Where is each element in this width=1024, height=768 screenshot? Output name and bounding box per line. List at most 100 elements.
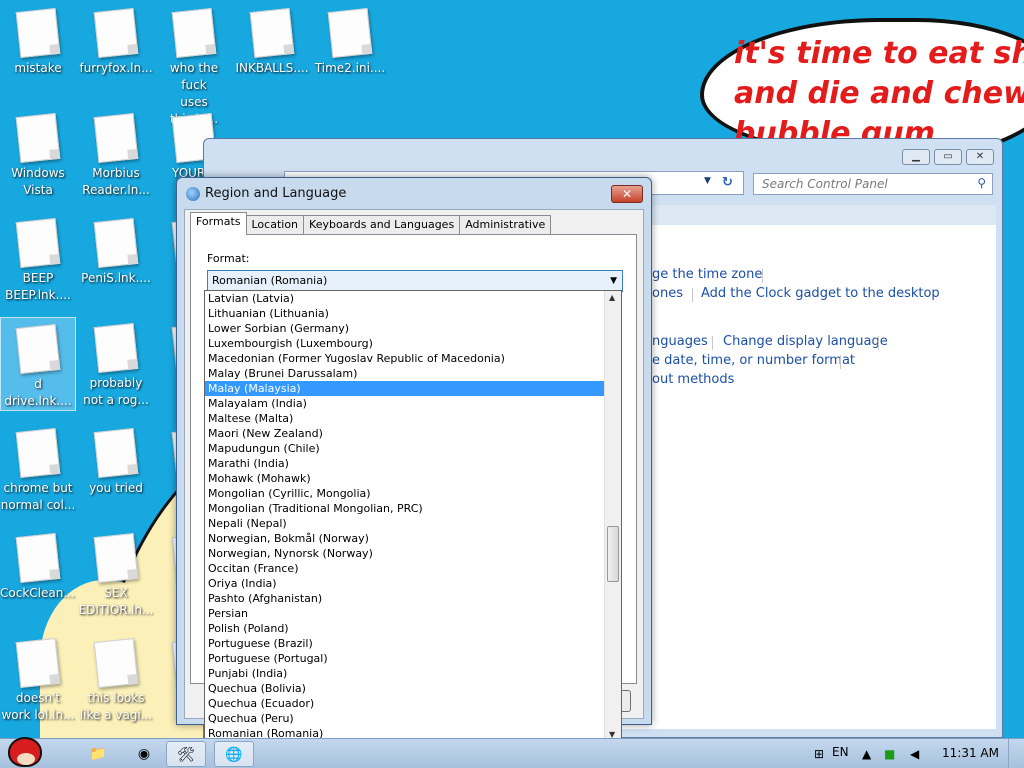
languages-link[interactable]: nguages xyxy=(652,334,708,349)
format-option[interactable]: Marathi (India) xyxy=(205,456,605,471)
desktop-shortcut[interactable]: doesn't work lol.ln... xyxy=(0,632,76,724)
scroll-down-icon[interactable]: ▼ xyxy=(609,730,615,738)
format-option[interactable]: Polish (Poland) xyxy=(205,621,605,636)
chevron-down-icon[interactable]: ▼ xyxy=(704,176,711,186)
format-option[interactable]: Malay (Malaysia) xyxy=(205,381,605,396)
desktop-shortcut[interactable]: Windows Vista xyxy=(0,107,76,199)
start-button[interactable] xyxy=(2,733,46,768)
format-option[interactable]: Malayalam (India) xyxy=(205,396,605,411)
tab-formats[interactable]: Formats xyxy=(190,212,247,235)
file-icon xyxy=(93,218,139,268)
volume-icon[interactable]: ◀ xyxy=(910,747,919,761)
desktop-shortcut[interactable]: this looks like a vagi... xyxy=(78,632,154,724)
list-scrollbar[interactable]: ▲ ▼ xyxy=(604,291,621,738)
desktop-shortcut[interactable]: mistake xyxy=(0,2,76,77)
desktop-shortcut[interactable]: furryfox.ln... xyxy=(78,2,154,77)
format-option[interactable]: Occitan (France) xyxy=(205,561,605,576)
dialog-close-button[interactable]: ✕ xyxy=(611,185,643,203)
format-option[interactable]: Romanian (Romania) xyxy=(205,726,605,738)
network-icon[interactable]: ■ xyxy=(884,747,895,761)
chrome-taskbar-icon[interactable]: ◉ xyxy=(124,741,164,767)
search-icon[interactable]: ⚲ xyxy=(977,176,986,190)
keyboard-icon[interactable]: ⊞ xyxy=(814,747,824,761)
show-desktop-button[interactable] xyxy=(1008,739,1024,768)
desktop-shortcut[interactable]: CockClean.... xyxy=(0,527,76,602)
desktop-shortcut[interactable]: PeniS.lnk.... xyxy=(78,212,154,287)
shortcut-label: BEEP BEEP.lnk.... xyxy=(5,271,71,302)
format-option[interactable]: Macedonian (Former Yugoslav Republic of … xyxy=(205,351,605,366)
format-option[interactable]: Quechua (Peru) xyxy=(205,711,605,726)
format-option[interactable]: Oriya (India) xyxy=(205,576,605,591)
format-option[interactable]: Norwegian, Nynorsk (Norway) xyxy=(205,546,605,561)
shortcut-label: this looks like a vagi... xyxy=(79,691,153,722)
format-option[interactable]: Punjabi (India) xyxy=(205,666,605,681)
options: Latvian (Latvia) Lithuanian (Lithuania) Lo… xyxy=(205,291,605,738)
format-option[interactable]: Quechua (Ecuador) xyxy=(205,696,605,711)
search-input[interactable]: Search Control Panel ⚲ xyxy=(753,173,993,195)
scroll-thumb[interactable] xyxy=(607,526,619,582)
clock[interactable]: 11:31 AM xyxy=(942,746,999,760)
format-option[interactable]: Mohawk (Mohawk) xyxy=(205,471,605,486)
desktop-shortcut[interactable]: Time2.ini.... xyxy=(312,2,388,77)
format-options-list[interactable]: Latvian (Latvia) Lithuanian (Lithuania) Lo… xyxy=(204,290,622,738)
format-option[interactable]: Mongolian (Cyrillic, Mongolia) xyxy=(205,486,605,501)
format-option[interactable]: Maltese (Malta) xyxy=(205,411,605,426)
format-option[interactable]: Quechua (Bolivia) xyxy=(205,681,605,696)
minimize-button[interactable]: ▁ xyxy=(902,149,930,165)
file-icon xyxy=(15,8,61,58)
change-date-format-link[interactable]: e date, time, or number format xyxy=(652,353,855,368)
desktop-shortcut[interactable]: INKBALLS.... xyxy=(234,2,310,77)
region-taskbar-icon[interactable]: 🌐 xyxy=(214,741,254,767)
format-option[interactable]: Malay (Brunei Darussalam) xyxy=(205,366,605,381)
speech-bubble-text: it's time to eat shit and die and chew b… xyxy=(734,36,1024,138)
chevron-down-icon[interactable]: ▼ xyxy=(610,276,617,286)
format-option[interactable]: Mapudungun (Chile) xyxy=(205,441,605,456)
format-option[interactable]: Latvian (Latvia) xyxy=(205,291,605,306)
format-option[interactable]: Luxembourgish (Luxembourg) xyxy=(205,336,605,351)
change-time-zone-link[interactable]: ge the time zone xyxy=(652,267,762,282)
format-option[interactable]: Portuguese (Portugal) xyxy=(205,651,605,666)
format-option[interactable]: Pashto (Afghanistan) xyxy=(205,591,605,606)
bird-belly xyxy=(17,753,35,765)
shortcut-label: Windows Vista xyxy=(11,166,65,197)
format-option[interactable]: Mongolian (Traditional Mongolian, PRC) xyxy=(205,501,605,516)
close-button[interactable]: ✕ xyxy=(966,149,994,165)
scroll-up-icon[interactable]: ▲ xyxy=(609,293,615,302)
tab-administrative[interactable]: Administrative xyxy=(459,215,552,235)
shortcut-label: chrome but normal col... xyxy=(0,481,76,512)
desktop-shortcut[interactable]: BEEP BEEP.lnk.... xyxy=(0,212,76,304)
input-methods-link[interactable]: out methods xyxy=(652,372,734,387)
desktop-shortcut[interactable]: chrome but normal col... xyxy=(0,422,76,514)
control-panel-taskbar-icon[interactable]: 🛠 xyxy=(166,741,206,767)
format-option[interactable]: Lithuanian (Lithuania) xyxy=(205,306,605,321)
tab-keyboards-languages[interactable]: Keyboards and Languages xyxy=(303,215,461,235)
shortcut-label: you tried xyxy=(89,481,143,495)
change-display-language-link[interactable]: Change display language xyxy=(723,334,888,349)
format-option[interactable]: Nepali (Nepal) xyxy=(205,516,605,531)
file-icon xyxy=(15,113,61,163)
add-clock-gadget-link[interactable]: Add the Clock gadget to the desktop xyxy=(701,286,940,301)
shortcut-label: doesn't work lol.ln... xyxy=(1,691,75,722)
format-option[interactable]: Norwegian, Bokmål (Norway) xyxy=(205,531,605,546)
dialog-title: Region and Language xyxy=(205,186,347,201)
language-indicator[interactable]: EN xyxy=(832,745,849,759)
format-option[interactable]: Maori (New Zealand) xyxy=(205,426,605,441)
divider xyxy=(712,336,713,350)
show-hidden-icons-icon[interactable]: ▲ xyxy=(862,747,871,761)
desktop-shortcut[interactable]: you tried xyxy=(78,422,154,497)
desktop-shortcut[interactable]: probably not a rog... xyxy=(78,317,154,409)
desktop-shortcut[interactable]: SEX EDITIOR.ln... xyxy=(78,527,154,619)
desktop-shortcut[interactable]: d drive.lnk.... xyxy=(0,317,76,411)
tab-location[interactable]: Location xyxy=(245,215,305,235)
explorer-taskbar-icon[interactable]: 📁 xyxy=(78,741,118,767)
desktop-shortcut[interactable]: Morbius Reader.ln... xyxy=(78,107,154,199)
format-dropdown[interactable]: Romanian (Romania) ▼ xyxy=(207,270,623,292)
format-option[interactable]: Persian xyxy=(205,606,605,621)
refresh-icon[interactable]: ↻ xyxy=(722,175,740,191)
time-zones-link[interactable]: ones xyxy=(652,286,683,301)
maximize-button[interactable]: ▭ xyxy=(934,149,962,165)
format-option[interactable]: Lower Sorbian (Germany) xyxy=(205,321,605,336)
tab-bar: Formats Location Keyboards and Languages… xyxy=(190,212,552,235)
format-option[interactable]: Portuguese (Brazil) xyxy=(205,636,605,651)
file-icon xyxy=(93,113,139,163)
